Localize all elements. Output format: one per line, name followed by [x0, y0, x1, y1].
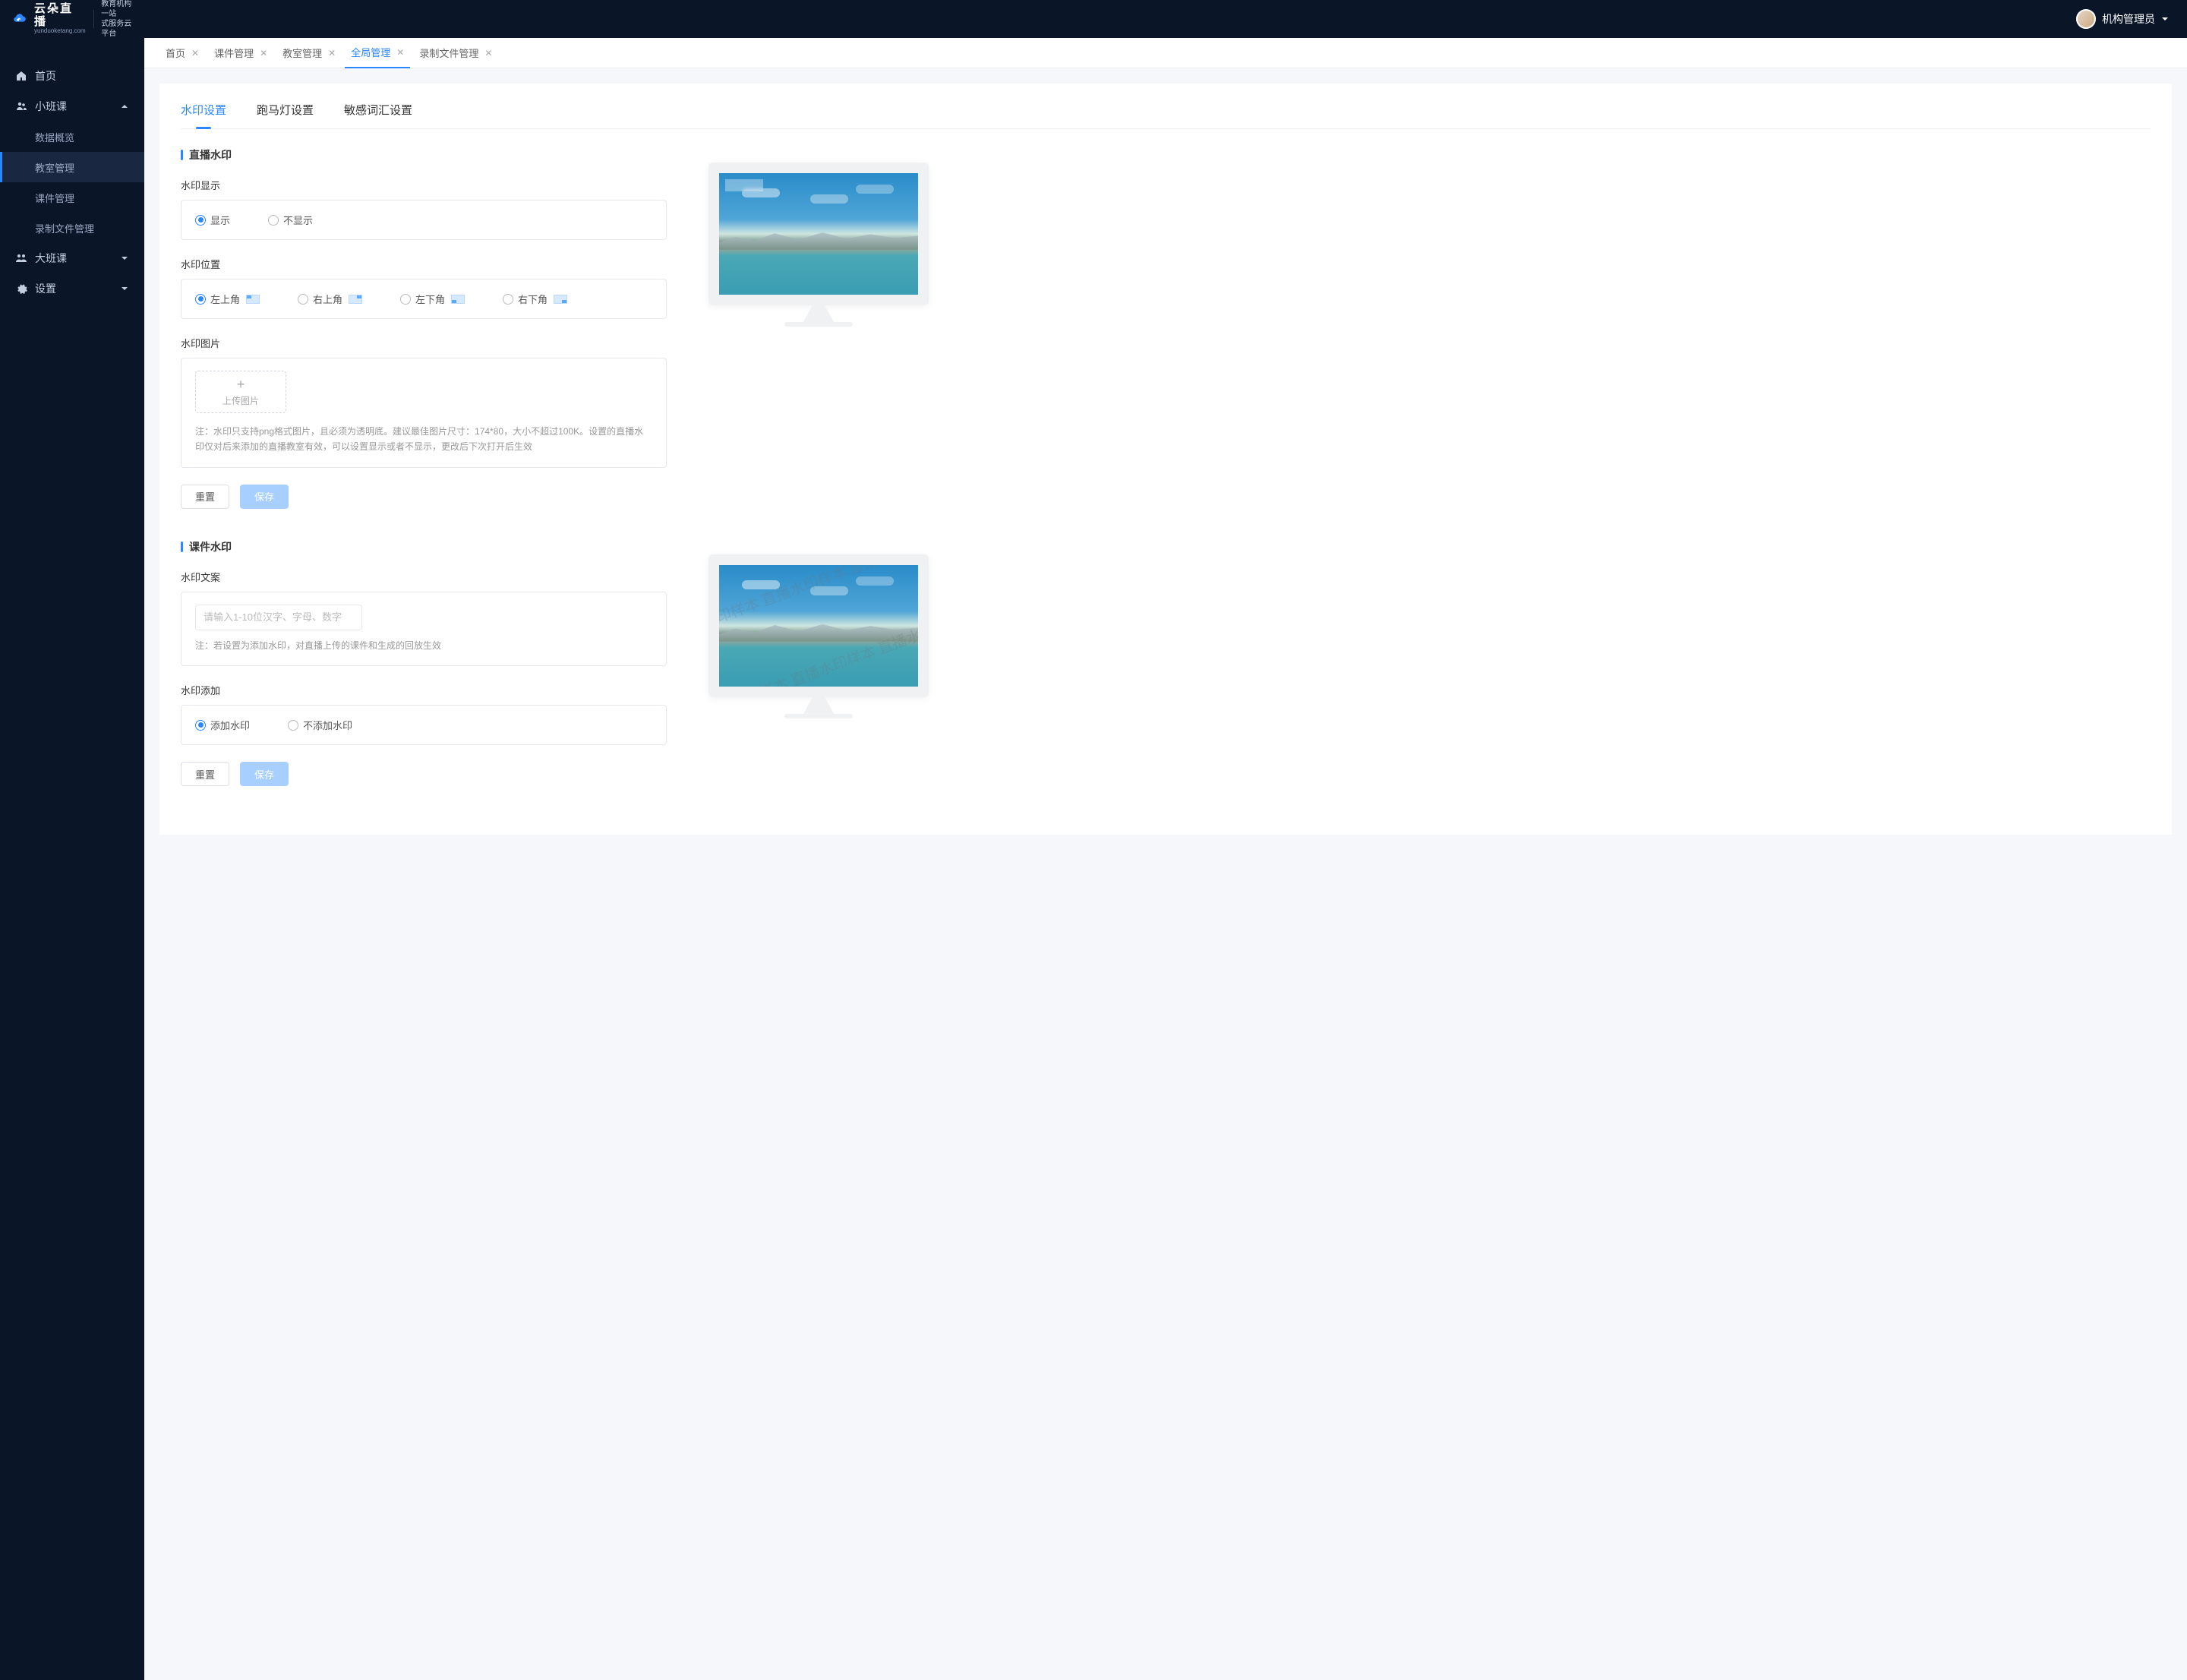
topbar: 机构管理员 [144, 0, 2187, 38]
radio-icon [288, 720, 298, 731]
gear-icon [15, 283, 27, 295]
brand-name: 云朵直播 [34, 3, 86, 28]
panel: 水印设置 跑马灯设置 敏感词汇设置 直播水印 水印显示 显示 不显示 [159, 84, 2172, 835]
users-icon [15, 100, 27, 112]
cloud-logo-icon [12, 8, 27, 30]
radio-pos-tl[interactable]: 左上角 [195, 292, 260, 306]
upload-hint: 注：水印只支持png格式图片，且必须为透明底。建议最佳图片尺寸：174*80，大… [195, 424, 652, 455]
chevron-down-icon [2161, 15, 2169, 23]
close-icon[interactable]: ✕ [484, 48, 492, 58]
sidebar: 云朵直播 yunduoketang.com 教育机构一站 式服务云平台 首页 小… [0, 0, 144, 1680]
field-label-text: 水印文案 [181, 570, 667, 584]
reset-button[interactable]: 重置 [181, 485, 229, 509]
username: 机构管理员 [2102, 11, 2155, 27]
avatar [2076, 9, 2096, 29]
nav-small-class[interactable]: 小班课 [0, 91, 144, 122]
subtab-watermark[interactable]: 水印设置 [181, 102, 226, 128]
corner-swatch-icon [451, 295, 465, 304]
text-input-box: 注：若设置为添加水印，对直播上传的课件和生成的回放生效 [181, 592, 667, 666]
tab-courseware[interactable]: 课件管理✕ [208, 38, 273, 68]
plus-icon: + [237, 377, 245, 391]
subtab-marquee[interactable]: 跑马灯设置 [257, 102, 314, 128]
radio-icon [298, 294, 308, 305]
chevron-down-icon [120, 284, 129, 293]
radio-icon [195, 294, 206, 305]
tabs-bar: 首页✕ 课件管理✕ 教室管理✕ 全局管理✕ 录制文件管理✕ [144, 38, 2187, 68]
field-label-display: 水印显示 [181, 178, 667, 192]
nav-classroom-mgmt[interactable]: 教室管理 [0, 152, 144, 182]
radio-display-hide[interactable]: 不显示 [268, 213, 313, 227]
content-scroll[interactable]: 水印设置 跑马灯设置 敏感词汇设置 直播水印 水印显示 显示 不显示 [144, 68, 2187, 1680]
main: 首页✕ 课件管理✕ 教室管理✕ 全局管理✕ 录制文件管理✕ 水印设置 跑马灯设置… [144, 0, 2187, 1680]
upload-button[interactable]: + 上传图片 [195, 371, 286, 413]
radio-pos-br[interactable]: 右下角 [503, 292, 567, 306]
preview-monitor-live [708, 163, 929, 327]
text-hint: 注：若设置为添加水印，对直播上传的课件和生成的回放生效 [195, 638, 652, 653]
close-icon[interactable]: ✕ [191, 48, 199, 58]
display-options: 显示 不显示 [181, 200, 667, 240]
radio-display-show[interactable]: 显示 [195, 213, 230, 227]
close-icon[interactable]: ✕ [396, 47, 404, 58]
sub-tabs: 水印设置 跑马灯设置 敏感词汇设置 [181, 102, 2151, 129]
corner-swatch-icon [246, 295, 260, 304]
position-options: 左上角 右上角 左下角 右下角 [181, 279, 667, 319]
field-label-image: 水印图片 [181, 336, 667, 350]
close-icon[interactable]: ✕ [260, 48, 267, 58]
corner-swatch-icon [349, 295, 362, 304]
home-icon [15, 70, 27, 82]
section-title-live: 直播水印 [181, 147, 667, 163]
save-button[interactable]: 保存 [240, 485, 289, 509]
add-options: 添加水印 不添加水印 [181, 705, 667, 745]
field-label-position: 水印位置 [181, 257, 667, 271]
brand-domain: yunduoketang.com [34, 28, 86, 35]
nav-settings[interactable]: 设置 [0, 273, 144, 304]
watermark-position-preview [725, 179, 763, 191]
subtab-sensitive[interactable]: 敏感词汇设置 [344, 102, 412, 128]
nav-home[interactable]: 首页 [0, 61, 144, 91]
tab-global[interactable]: 全局管理✕ [345, 38, 410, 68]
radio-icon [400, 294, 411, 305]
logo-divider [93, 10, 94, 28]
radio-add-no[interactable]: 不添加水印 [288, 718, 352, 732]
field-label-add: 水印添加 [181, 683, 667, 697]
preview-monitor-courseware: 直播水印样本 直播水印样本 直播水印样本 直播水印样本 直播水印样本 直播水印样… [708, 554, 929, 718]
nav-big-class[interactable]: 大班课 [0, 243, 144, 273]
user-menu[interactable]: 机构管理员 [2076, 9, 2169, 29]
radio-pos-tr[interactable]: 右上角 [298, 292, 362, 306]
nav: 首页 小班课 数据概览 教室管理 课件管理 录制文件管理 大班课 设置 [0, 38, 144, 304]
radio-icon [268, 215, 279, 226]
section-title-courseware: 课件水印 [181, 539, 667, 554]
radio-pos-bl[interactable]: 左下角 [400, 292, 465, 306]
nav-recording-mgmt[interactable]: 录制文件管理 [0, 213, 144, 243]
reset-button[interactable]: 重置 [181, 762, 229, 786]
radio-icon [195, 215, 206, 226]
tab-recording[interactable]: 录制文件管理✕ [413, 38, 498, 68]
tab-home[interactable]: 首页✕ [159, 38, 205, 68]
tab-classroom[interactable]: 教室管理✕ [276, 38, 342, 68]
brand-tagline: 教育机构一站 式服务云平台 [101, 0, 132, 39]
radio-icon [503, 294, 513, 305]
watermark-text-input[interactable] [195, 605, 362, 630]
upload-box: + 上传图片 注：水印只支持png格式图片，且必须为透明底。建议最佳图片尺寸：1… [181, 358, 667, 468]
logo: 云朵直播 yunduoketang.com 教育机构一站 式服务云平台 [0, 0, 144, 38]
corner-swatch-icon [554, 295, 567, 304]
nav-courseware-mgmt[interactable]: 课件管理 [0, 182, 144, 213]
chevron-down-icon [120, 254, 129, 263]
radio-icon [195, 720, 206, 731]
save-button[interactable]: 保存 [240, 762, 289, 786]
nav-data-overview[interactable]: 数据概览 [0, 122, 144, 152]
chevron-up-icon [120, 102, 129, 111]
users-group-icon [15, 252, 27, 264]
close-icon[interactable]: ✕ [328, 48, 336, 58]
radio-add-yes[interactable]: 添加水印 [195, 718, 250, 732]
